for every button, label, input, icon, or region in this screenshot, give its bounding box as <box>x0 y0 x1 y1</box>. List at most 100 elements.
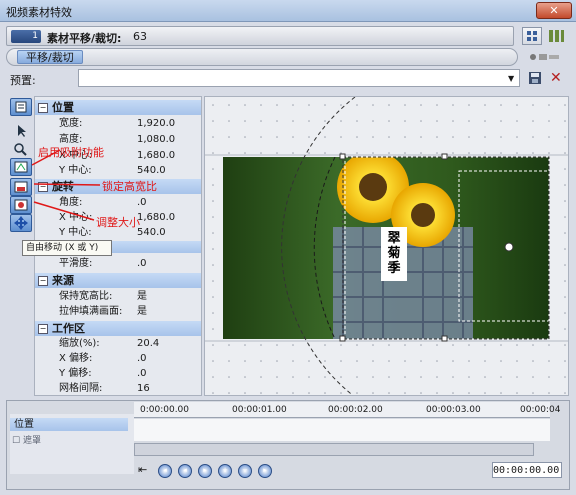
prop-row[interactable]: 缩放(%): 20.4 <box>35 336 201 351</box>
prop-label: Y 中心: <box>59 165 92 176</box>
tooltip: 自由移动 (X 或 Y) <box>22 240 112 256</box>
tick-label: 00:00:03.00 <box>426 405 481 415</box>
prop-row[interactable]: 保持宽高比: 是 <box>35 289 201 304</box>
zoom-edit-tool[interactable] <box>10 140 32 158</box>
prop-value: 1,680.0 <box>137 150 176 161</box>
save-preset-icon[interactable] <box>528 71 542 85</box>
tick-label: 00:00:02.00 <box>328 405 383 415</box>
first-keyframe-icon[interactable]: ◂ <box>158 464 172 478</box>
prop-row[interactable]: Y 偏移: .0 <box>35 366 201 381</box>
prop-label: Y 偏移: <box>59 368 92 379</box>
annotation-resize: 调整大小 <box>96 216 140 229</box>
prop-value: 540.0 <box>137 165 166 176</box>
tab-pan-crop[interactable]: 平移/裁切 <box>17 50 83 64</box>
section-title: 位置 <box>52 101 74 114</box>
delete-preset-icon[interactable]: ✕ <box>550 70 562 86</box>
section-title: 旋转 <box>52 180 74 193</box>
effect-header: 1 素材平移/裁切: 63 <box>6 26 514 46</box>
chevron-down-icon[interactable]: ▼ <box>508 74 514 83</box>
magnifier-icon <box>14 143 27 156</box>
mask-label: 遮罩 <box>22 436 41 446</box>
section-position[interactable]: − 位置 <box>35 100 201 115</box>
properties-icon <box>15 101 27 113</box>
prop-row[interactable]: Y 中心: 540.0 <box>35 163 201 178</box>
prop-label: 保持宽高比: <box>59 291 113 302</box>
section-source[interactable]: − 来源 <box>35 273 201 288</box>
timeline-scrollbar[interactable] <box>134 443 534 456</box>
track-position[interactable]: 位置 <box>10 418 128 431</box>
add-keyframe-icon[interactable]: + <box>218 464 232 478</box>
checkbox-icon: ☐ <box>12 436 21 446</box>
prop-label: 角度: <box>59 197 83 208</box>
plugin-chain: 平移/裁切 <box>6 48 518 66</box>
keyframe-track[interactable] <box>134 419 550 441</box>
show-properties-button[interactable] <box>10 98 32 116</box>
tick-label: 00:00:01.00 <box>232 405 287 415</box>
move-icon <box>14 216 28 230</box>
prop-value: 1,080.0 <box>137 134 176 145</box>
window-title: 视频素材特效 <box>6 6 72 19</box>
section-title: 来源 <box>52 274 74 287</box>
prop-value: .0 <box>137 197 147 208</box>
sync-cursor-icon <box>549 30 564 42</box>
prop-value: 540.0 <box>137 227 166 238</box>
tick-label: 0:00:00.00 <box>140 405 190 415</box>
prop-label: X 偏移: <box>59 353 93 364</box>
prop-label: 宽度: <box>59 118 83 129</box>
timeline-ruler[interactable]: 0:00:00.00 00:00:01.00 00:00:02.00 00:00… <box>134 402 560 418</box>
prop-label: Y 中心: <box>59 227 92 238</box>
move-freely-button[interactable] <box>10 214 32 232</box>
prop-row[interactable]: 角度: .0 <box>35 195 201 210</box>
plugin-icon <box>530 54 559 60</box>
prop-row[interactable]: 网格间隔: 16 <box>35 381 201 395</box>
grid-view-button[interactable] <box>522 27 542 45</box>
grid-icon <box>527 31 537 41</box>
size-about-center-button[interactable] <box>10 196 32 214</box>
prop-row[interactable]: 拉伸填满画面: 是 <box>35 304 201 319</box>
effect-title: 素材平移/裁切: <box>47 32 122 45</box>
close-button[interactable]: ✕ <box>536 2 572 19</box>
lock-aspect-ratio-button[interactable] <box>10 178 32 196</box>
prop-value: 1,680.0 <box>137 212 176 223</box>
prop-label: 平滑度: <box>59 258 93 269</box>
sync-icon[interactable]: ⇤ <box>138 463 147 476</box>
prop-label: 网格间隔: <box>59 383 103 394</box>
prop-row[interactable]: 平滑度: .0 <box>35 256 201 271</box>
annotation-snapping: 启用吸附功能 <box>38 146 104 159</box>
selection-overlay <box>281 97 550 395</box>
prop-label: X 中心: <box>59 212 93 223</box>
prop-value: .0 <box>137 258 147 269</box>
prop-value: 是 <box>137 306 147 317</box>
normal-edit-tool[interactable] <box>10 122 32 140</box>
event-number: 63 <box>133 30 147 43</box>
next-keyframe-icon[interactable]: ▸ <box>198 464 212 478</box>
preset-label: 预置: <box>10 74 36 87</box>
section-workspace[interactable]: − 工作区 <box>35 321 201 336</box>
prop-row[interactable]: 宽度: 1,920.0 <box>35 116 201 131</box>
prop-row[interactable]: X 偏移: .0 <box>35 351 201 366</box>
prop-value: 1,920.0 <box>137 118 176 129</box>
event-badge: 1 <box>11 30 41 43</box>
prop-label: 拉伸填满画面: <box>59 306 123 317</box>
delete-keyframe-icon[interactable]: − <box>238 464 252 478</box>
lock-aspect-icon <box>14 181 28 193</box>
pan-crop-canvas[interactable]: 翠菊季 <box>204 96 569 396</box>
plugin-chain-button[interactable] <box>525 48 565 66</box>
prop-value: 20.4 <box>137 338 160 349</box>
mask-checkbox[interactable]: ☐ 遮罩 <box>12 433 41 446</box>
sync-cursor-button[interactable] <box>545 27 567 45</box>
timecode-field[interactable]: 00:00:00.00 <box>492 462 562 478</box>
prop-value: .0 <box>137 368 147 379</box>
section-title: 工作区 <box>52 322 85 335</box>
prev-keyframe-icon[interactable]: ◂ <box>178 464 192 478</box>
arrow-cursor-icon <box>18 125 26 137</box>
title-bar <box>0 0 576 22</box>
preset-select[interactable] <box>78 69 520 87</box>
prop-value: 是 <box>137 291 147 302</box>
tick-label: 00:00:04 <box>520 405 561 415</box>
resize-icon <box>14 199 28 211</box>
annotation-lock-aspect: 锁定高宽比 <box>102 180 157 193</box>
enable-snapping-button[interactable] <box>10 158 32 176</box>
last-keyframe-icon[interactable]: ▸ <box>258 464 272 478</box>
prop-value: .0 <box>137 353 147 364</box>
